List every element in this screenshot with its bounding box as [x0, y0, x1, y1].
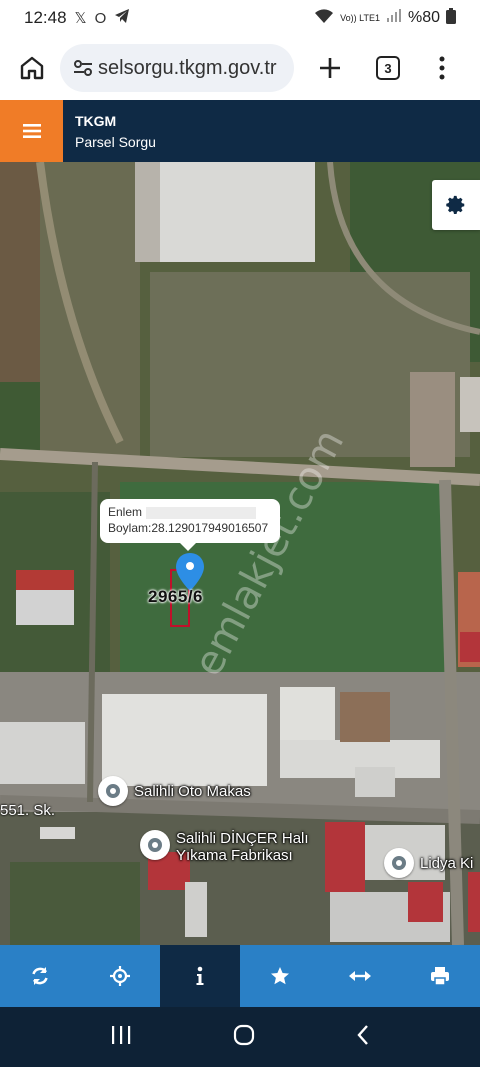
poi-label: Salihli Oto Makas [134, 782, 251, 800]
map-toolbar [0, 945, 480, 1007]
poi-marker[interactable]: Lidya Ki [384, 848, 473, 878]
battery-level: %80 [407, 9, 440, 26]
road-label: 551. Sk. [0, 802, 56, 819]
address-bar[interactable]: selsorgu.tkgm.gov.tr [60, 44, 294, 92]
location-pin-icon[interactable] [174, 552, 206, 592]
home-button[interactable] [10, 46, 54, 90]
locate-icon [110, 966, 130, 986]
network-label: Vo)) LTE1 [340, 12, 380, 23]
battery-icon [446, 7, 456, 29]
coordinate-popup: Enlem Boylam:28.129017949016507 [100, 499, 280, 551]
app-title: TKGM [75, 112, 117, 129]
wifi-icon [314, 8, 334, 29]
parcel-number: 2965/6 [148, 587, 203, 606]
app-subtitle: Parsel Sorgu [75, 133, 156, 150]
poi-marker[interactable]: Salihli DİNÇER Halı Yıkama Fabrikası [140, 830, 309, 864]
tab-count: 3 [376, 56, 400, 80]
place-icon [384, 848, 414, 878]
android-home-button[interactable] [233, 1024, 255, 1051]
x-icon: 𝕏 [74, 10, 87, 27]
map-settings-button[interactable] [432, 180, 480, 230]
tab-switcher-button[interactable]: 3 [366, 46, 410, 90]
locate-button[interactable] [80, 945, 160, 1007]
refresh-button[interactable] [0, 945, 80, 1007]
system-navigation-bar [0, 1007, 480, 1067]
opera-icon: O [94, 9, 107, 27]
latitude-label: Enlem [108, 505, 143, 519]
status-bar: 12:48 𝕏 O Vo)) LTE1 %80 [0, 0, 480, 36]
favorite-button[interactable] [240, 945, 320, 1007]
satellite-map[interactable]: emlakjet.com 2965/6 Enlem Boylam:28.1290… [0, 162, 480, 945]
map-imagery [0, 162, 480, 945]
new-tab-button[interactable] [308, 46, 352, 90]
back-icon [357, 1024, 368, 1045]
poi-label: Lidya Ki [420, 854, 474, 872]
poi-label: Salihli DİNÇER Halı Yıkama Fabrikası [176, 830, 309, 864]
place-icon [140, 830, 170, 860]
poi-marker[interactable]: Salihli Oto Makas [98, 776, 251, 806]
longitude-text: Boylam:28.129017949016507 [108, 521, 269, 535]
site-settings-icon[interactable] [70, 55, 96, 81]
browser-toolbar: selsorgu.tkgm.gov.tr 3 [0, 36, 480, 100]
info-icon [196, 966, 204, 985]
measure-icon [349, 971, 371, 981]
gear-icon [446, 195, 465, 214]
latitude-redacted [146, 506, 257, 519]
signal-icon [386, 8, 402, 28]
back-button[interactable] [356, 1024, 370, 1051]
status-time: 12:48 [24, 8, 67, 27]
home-icon [20, 56, 44, 80]
print-button[interactable] [400, 945, 480, 1007]
recents-icon [112, 1025, 131, 1044]
measure-button[interactable] [320, 945, 400, 1007]
print-icon [431, 967, 449, 986]
info-button[interactable] [160, 945, 240, 1007]
recent-apps-button[interactable] [110, 1025, 132, 1050]
url-text: selsorgu.tkgm.gov.tr [98, 56, 277, 79]
app-header: TKGM Parsel Sorgu [0, 100, 480, 162]
browser-menu-button[interactable] [420, 46, 464, 90]
star-icon [271, 967, 289, 985]
telegram-icon [114, 8, 130, 29]
plus-icon [320, 58, 340, 78]
place-icon [98, 776, 128, 806]
menu-button[interactable] [0, 100, 63, 162]
refresh-icon [32, 967, 48, 985]
home-circle-icon [233, 1024, 255, 1045]
hamburger-icon [22, 124, 41, 138]
more-vertical-icon [439, 56, 445, 80]
